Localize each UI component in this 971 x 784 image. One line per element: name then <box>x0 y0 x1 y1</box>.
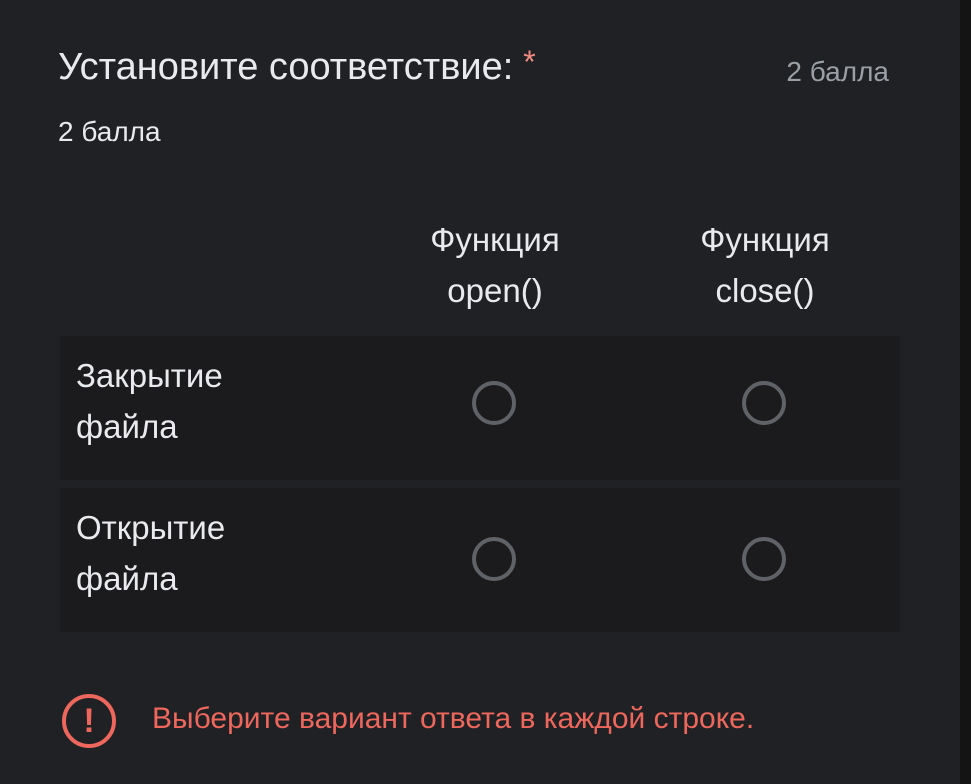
column-header-open: Функция open() <box>430 221 560 309</box>
points-badge: 2 балла <box>786 56 889 87</box>
row-label-opening-file: Открытие файла <box>76 509 226 597</box>
radio-row1-open[interactable] <box>472 381 516 425</box>
error-icon: ! <box>62 694 116 748</box>
radio-row2-close[interactable] <box>742 537 786 581</box>
radio-row1-close[interactable] <box>742 381 786 425</box>
grid-row-closing-file: Закрытие файла <box>60 336 900 480</box>
question-title: Установите соответствие: * <box>58 44 536 88</box>
right-edge-divider <box>960 0 971 784</box>
column-header-close: Функция close() <box>700 221 830 309</box>
grid-row-opening-file: Открытие файла <box>60 488 900 632</box>
row-label-closing-file: Закрытие файла <box>76 357 223 445</box>
question-card: Установите соответствие: * 2 балла 2 балл… <box>0 0 960 784</box>
required-asterisk: * <box>523 44 536 80</box>
points-label: 2 балла <box>58 116 161 147</box>
error-message: Выберите вариант ответа в каждой строке. <box>152 702 755 735</box>
radio-row2-open[interactable] <box>472 537 516 581</box>
